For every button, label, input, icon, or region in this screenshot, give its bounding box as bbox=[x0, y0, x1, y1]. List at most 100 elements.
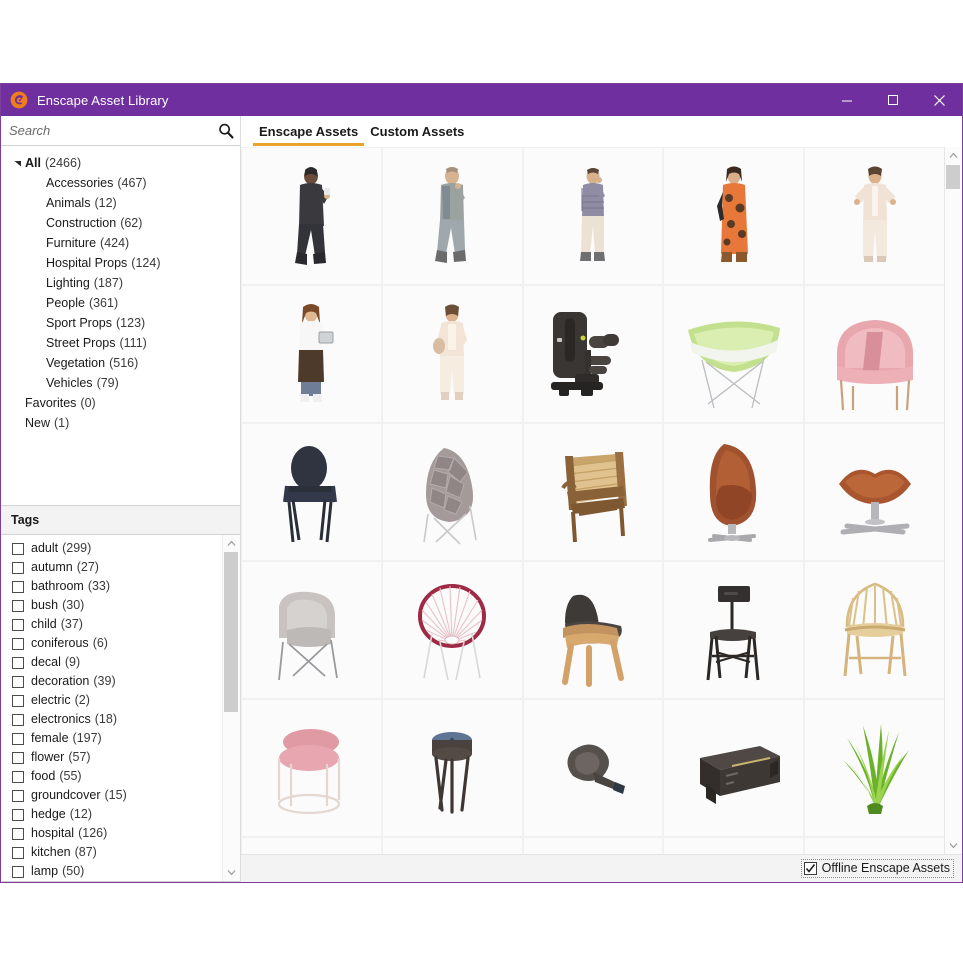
tab-enscape-assets[interactable]: Enscape Assets bbox=[253, 124, 365, 146]
search-icon[interactable] bbox=[216, 121, 236, 141]
tag-checkbox[interactable] bbox=[12, 694, 24, 707]
asset-cell[interactable] bbox=[805, 838, 944, 854]
tag-item-female[interactable]: female (197) bbox=[1, 729, 222, 748]
asset-cell[interactable] bbox=[523, 562, 663, 698]
tag-item-decoration[interactable]: decoration (39) bbox=[1, 672, 222, 691]
tags-panel: adult (299) autumn (27) bathroom (33) bu… bbox=[1, 534, 240, 882]
tag-checkbox[interactable] bbox=[12, 561, 24, 574]
tree-item-vegetation[interactable]: Vegetation (516) bbox=[1, 353, 240, 373]
tree-item-hospital-props[interactable]: Hospital Props (124) bbox=[1, 253, 240, 273]
tree-item-new[interactable]: New (1) bbox=[1, 413, 240, 433]
tag-item-hedge[interactable]: hedge (12) bbox=[1, 805, 222, 824]
asset-cell[interactable] bbox=[242, 148, 381, 284]
asset-cell[interactable] bbox=[382, 838, 522, 854]
tag-checkbox[interactable] bbox=[12, 675, 24, 688]
tag-item-kitchen[interactable]: kitchen (87) bbox=[1, 843, 222, 862]
offline-assets-checkbox[interactable] bbox=[803, 861, 817, 875]
tree-item-street-props[interactable]: Street Props (111) bbox=[1, 333, 240, 353]
tag-item-decal[interactable]: decal (9) bbox=[1, 653, 222, 672]
scroll-up-icon[interactable] bbox=[223, 535, 240, 552]
tree-item-lighting[interactable]: Lighting (187) bbox=[1, 273, 240, 293]
tag-item-autumn[interactable]: autumn (27) bbox=[1, 558, 222, 577]
tree-item-people[interactable]: People (361) bbox=[1, 293, 240, 313]
chevron-down-icon[interactable] bbox=[11, 153, 25, 173]
offline-assets-toggle[interactable]: Offline Enscape Assets bbox=[800, 859, 954, 878]
tree-item-accessories[interactable]: Accessories (467) bbox=[1, 173, 240, 193]
asset-cell[interactable] bbox=[664, 424, 804, 560]
tag-item-child[interactable]: child (37) bbox=[1, 615, 222, 634]
asset-cell[interactable] bbox=[523, 838, 663, 854]
asset-cell[interactable] bbox=[664, 700, 804, 836]
asset-grid-scrollbar[interactable] bbox=[944, 147, 962, 854]
asset-cell[interactable] bbox=[382, 148, 522, 284]
asset-cell[interactable] bbox=[523, 148, 663, 284]
asset-cell[interactable] bbox=[664, 838, 804, 854]
asset-cell[interactable] bbox=[242, 424, 381, 560]
tree-item-construction[interactable]: Construction (62) bbox=[1, 213, 240, 233]
tree-item-animals[interactable]: Animals (12) bbox=[1, 193, 240, 213]
tag-item-food[interactable]: food (55) bbox=[1, 767, 222, 786]
asset-cell[interactable] bbox=[382, 424, 522, 560]
tree-item-favorites[interactable]: Favorites (0) bbox=[1, 393, 240, 413]
scroll-up-icon[interactable] bbox=[945, 147, 962, 164]
tag-checkbox[interactable] bbox=[12, 713, 24, 726]
asset-cell[interactable] bbox=[523, 424, 663, 560]
maximize-button[interactable] bbox=[870, 84, 916, 116]
tag-checkbox[interactable] bbox=[12, 580, 24, 593]
tag-checkbox[interactable] bbox=[12, 827, 24, 840]
tag-item-flower[interactable]: flower (57) bbox=[1, 748, 222, 767]
tree-item-vehicles[interactable]: Vehicles (79) bbox=[1, 373, 240, 393]
asset-cell[interactable] bbox=[664, 286, 804, 422]
tag-item-bathroom[interactable]: bathroom (33) bbox=[1, 577, 222, 596]
asset-cell[interactable] bbox=[664, 562, 804, 698]
asset-cell[interactable] bbox=[382, 562, 522, 698]
tag-checkbox[interactable] bbox=[12, 846, 24, 859]
tag-item-electric[interactable]: electric (2) bbox=[1, 691, 222, 710]
asset-cell[interactable] bbox=[242, 286, 381, 422]
tag-item-bush[interactable]: bush (30) bbox=[1, 596, 222, 615]
tag-checkbox[interactable] bbox=[12, 751, 24, 764]
search-input[interactable] bbox=[9, 123, 216, 138]
asset-cell[interactable] bbox=[242, 562, 381, 698]
tag-checkbox[interactable] bbox=[12, 770, 24, 783]
tags-scrollbar[interactable] bbox=[222, 535, 240, 881]
asset-cell[interactable] bbox=[523, 286, 663, 422]
tag-item-adult[interactable]: adult (299) bbox=[1, 539, 222, 558]
tag-checkbox[interactable] bbox=[12, 808, 24, 821]
tag-checkbox[interactable] bbox=[12, 789, 24, 802]
tag-checkbox[interactable] bbox=[12, 732, 24, 745]
tag-item-groundcover[interactable]: groundcover (15) bbox=[1, 786, 222, 805]
tab-custom-assets[interactable]: Custom Assets bbox=[364, 124, 470, 146]
minimize-button[interactable] bbox=[824, 84, 870, 116]
tree-item-sport-props[interactable]: Sport Props (123) bbox=[1, 313, 240, 333]
tags-scrollbar-thumb[interactable] bbox=[224, 552, 238, 712]
tag-checkbox[interactable] bbox=[12, 599, 24, 612]
tree-item-all[interactable]: All (2466) bbox=[1, 153, 240, 173]
asset-cell[interactable] bbox=[382, 286, 522, 422]
tag-item-lamp[interactable]: lamp (50) bbox=[1, 862, 222, 881]
asset-cell[interactable] bbox=[242, 838, 381, 854]
tag-checkbox[interactable] bbox=[12, 618, 24, 631]
asset-cell[interactable] bbox=[805, 424, 944, 560]
asset-cell[interactable] bbox=[242, 700, 381, 836]
asset-cell[interactable] bbox=[805, 700, 944, 836]
tag-checkbox[interactable] bbox=[12, 656, 24, 669]
tag-checkbox[interactable] bbox=[12, 865, 24, 878]
tag-item-electronics[interactable]: electronics (18) bbox=[1, 710, 222, 729]
asset-cell[interactable] bbox=[664, 148, 804, 284]
asset-cell[interactable] bbox=[805, 562, 944, 698]
scroll-down-icon[interactable] bbox=[223, 864, 240, 881]
tag-checkbox[interactable] bbox=[12, 542, 24, 555]
tree-item-furniture[interactable]: Furniture (424) bbox=[1, 233, 240, 253]
scroll-down-icon[interactable] bbox=[945, 837, 962, 854]
asset-cell[interactable] bbox=[805, 148, 944, 284]
tag-checkbox[interactable] bbox=[12, 637, 24, 650]
tag-item-coniferous[interactable]: coniferous (6) bbox=[1, 634, 222, 653]
tag-label: coniferous bbox=[31, 636, 89, 650]
close-button[interactable] bbox=[916, 84, 962, 116]
asset-cell[interactable] bbox=[382, 700, 522, 836]
asset-cell[interactable] bbox=[523, 700, 663, 836]
asset-grid-scrollbar-thumb[interactable] bbox=[946, 165, 960, 189]
tag-item-hospital[interactable]: hospital (126) bbox=[1, 824, 222, 843]
asset-cell[interactable] bbox=[805, 286, 944, 422]
